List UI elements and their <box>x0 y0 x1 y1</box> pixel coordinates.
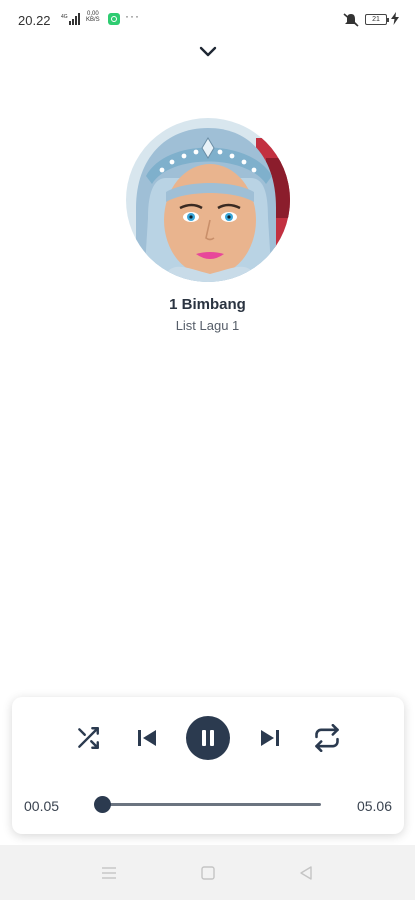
collapse-player-button[interactable] <box>196 41 220 61</box>
back-button[interactable] <box>296 863 316 883</box>
previous-button[interactable] <box>131 722 163 754</box>
menu-icon <box>102 867 116 879</box>
skip-next-icon <box>261 730 279 746</box>
seek-bar[interactable] <box>93 796 321 813</box>
square-icon <box>201 866 215 880</box>
album-art-image <box>126 118 290 282</box>
skip-previous-icon <box>138 730 156 746</box>
chevron-down-icon <box>199 46 217 56</box>
total-duration: 05.06 <box>356 798 392 814</box>
seek-bar-thumb[interactable] <box>93 796 111 813</box>
shuffle-icon <box>78 727 99 749</box>
home-button[interactable] <box>198 863 218 883</box>
network-speed: 0,00 KB/S <box>86 11 100 23</box>
system-navigation-bar <box>0 845 415 900</box>
battery-icon: 21 <box>365 14 389 25</box>
album-art <box>126 118 290 282</box>
elapsed-time: 00.05 <box>24 798 60 814</box>
svg-text:4G: 4G <box>61 14 68 20</box>
network-speed-unit: KB/S <box>86 17 100 23</box>
play-pause-button[interactable] <box>186 716 230 760</box>
playlist-name: List Lagu 1 <box>175 318 240 333</box>
next-button[interactable] <box>254 722 286 754</box>
shuffle-button[interactable] <box>72 722 104 754</box>
repeat-button[interactable] <box>311 722 343 754</box>
back-triangle-icon <box>300 866 312 880</box>
pause-icon <box>202 730 214 746</box>
recents-button[interactable] <box>99 863 119 883</box>
whatsapp-notification-icon <box>108 13 120 25</box>
charging-icon <box>391 12 399 25</box>
signal-icon: 4G <box>61 13 80 25</box>
mute-icon <box>343 13 359 27</box>
repeat-icon <box>315 724 339 752</box>
more-notifications-icon: ··· <box>125 9 140 23</box>
player-controls-card: 00.05 05.06 <box>12 697 404 834</box>
status-time: 20.22 <box>18 13 51 28</box>
status-bar: 20.22 4G 0,00 KB/S ··· 21 <box>0 0 415 40</box>
song-title: 1 Bimbang <box>169 296 246 313</box>
